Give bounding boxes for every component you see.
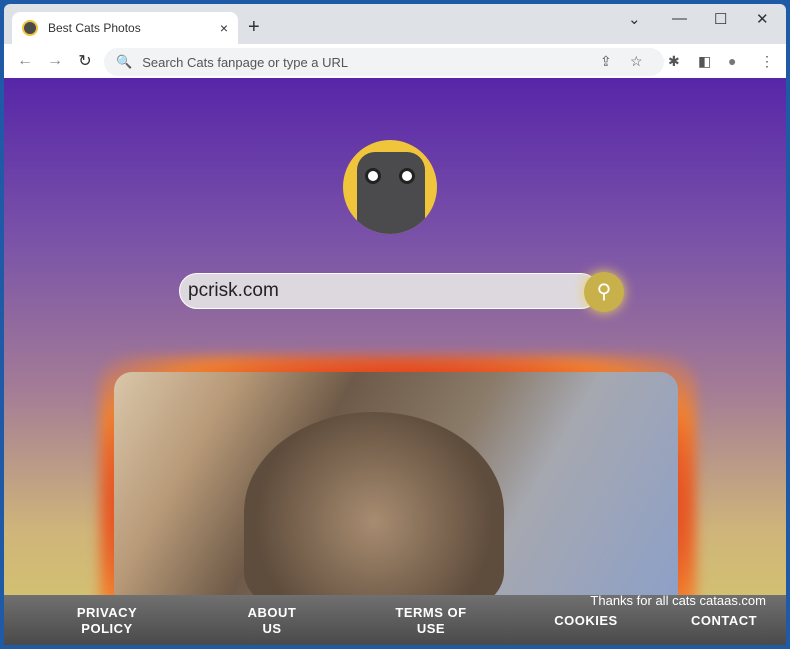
- contact-link[interactable]: CONTACT: [686, 613, 762, 629]
- search-icon: 🔍: [116, 54, 133, 69]
- close-window-button[interactable]: ✕: [756, 10, 769, 28]
- maximize-button[interactable]: ☐: [714, 10, 727, 28]
- star-icon[interactable]: ☆: [630, 53, 643, 70]
- side-panel-icon[interactable]: ◧: [698, 53, 711, 70]
- page-content: pcrisk.com ⚲ Thanks for all cats cataas.…: [4, 78, 786, 645]
- thanks-text: Thanks for all cats cataas.com: [590, 593, 766, 608]
- minimize-button[interactable]: —: [672, 10, 687, 27]
- search-button[interactable]: ⚲: [584, 272, 624, 312]
- about-us-link[interactable]: ABOUT US: [242, 605, 302, 637]
- cat-favicon-icon: [22, 20, 38, 36]
- cat-logo-icon: [357, 152, 425, 234]
- reload-button[interactable]: ↻: [70, 51, 100, 71]
- menu-icon[interactable]: ⋮: [760, 53, 774, 70]
- extensions-icon[interactable]: ✱: [668, 53, 680, 70]
- cat-photo: [114, 372, 678, 602]
- address-bar[interactable]: 🔍 Search Cats fanpage or type a URL: [104, 48, 664, 76]
- cookies-link[interactable]: COOKIES: [550, 613, 622, 629]
- cat-logo: [343, 140, 437, 234]
- footer: Thanks for all cats cataas.com PRIVACY P…: [4, 593, 786, 645]
- terms-of-use-link[interactable]: TERMS OF USE: [392, 605, 470, 637]
- tab-best-cats-photos[interactable]: Best Cats Photos ×: [12, 12, 238, 44]
- toolbar: ← → ↻ 🔍 Search Cats fanpage or type a UR…: [4, 44, 786, 78]
- tab-search-icon[interactable]: ⌄: [628, 10, 641, 28]
- share-icon[interactable]: ⇪: [600, 53, 612, 70]
- search-input[interactable]: pcrisk.com: [179, 273, 599, 309]
- privacy-policy-link[interactable]: PRIVACY POLICY: [72, 605, 142, 637]
- back-button[interactable]: ←: [10, 52, 40, 70]
- address-placeholder: Search Cats fanpage or type a URL: [142, 54, 349, 70]
- tab-close-icon[interactable]: ×: [220, 20, 228, 36]
- tab-title: Best Cats Photos: [48, 21, 141, 35]
- forward-button[interactable]: →: [40, 52, 70, 70]
- new-tab-button[interactable]: +: [248, 16, 260, 39]
- browser-window: Best Cats Photos × + ⌄ — ☐ ✕ ← → ↻ 🔍 Sea…: [4, 4, 786, 645]
- profile-icon[interactable]: ●: [728, 53, 736, 69]
